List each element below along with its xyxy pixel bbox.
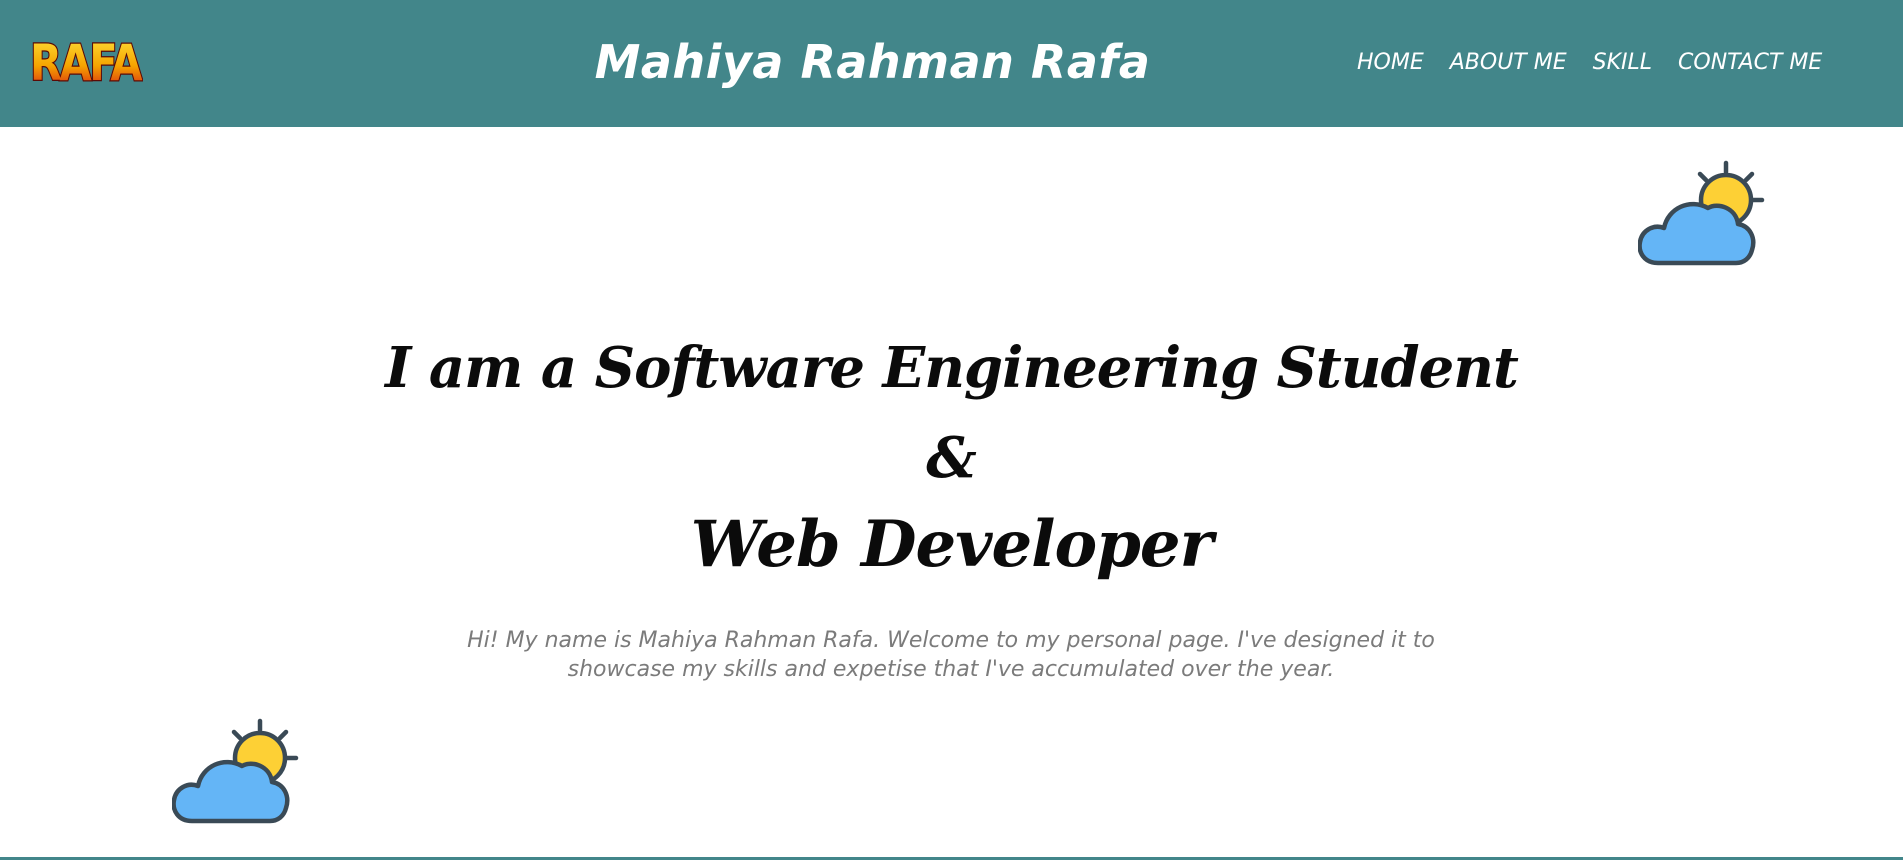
partly-cloudy-icon <box>1638 160 1765 266</box>
header-bar: RAFA Mahiya Rahman Rafa HOME ABOUT ME SK… <box>0 0 1903 127</box>
hero-heading-line-1: I am a Software Engineering Student <box>385 335 1519 401</box>
intro-line-2: showcase my skills and expetise that I'v… <box>567 657 1335 682</box>
nav-skill[interactable]: SKILL <box>1593 48 1652 78</box>
section-divider <box>0 857 1903 860</box>
partly-cloudy-icon <box>172 718 299 824</box>
intro-line-1: Hi! My name is Mahiya Rahman Rafa. Welco… <box>467 628 1435 653</box>
main-nav: HOME ABOUT ME SKILL CONTACT ME <box>1357 48 1848 78</box>
nav-contact-me[interactable]: CONTACT ME <box>1678 48 1822 78</box>
nav-home[interactable]: HOME <box>1357 48 1424 78</box>
nav-about-me[interactable]: ABOUT ME <box>1450 48 1567 78</box>
hero-heading-line-3: Web Developer <box>690 507 1214 582</box>
intro-paragraph: Hi! My name is Mahiya Rahman Rafa. Welco… <box>451 626 1451 684</box>
hero-heading-ampersand: & <box>926 425 977 491</box>
